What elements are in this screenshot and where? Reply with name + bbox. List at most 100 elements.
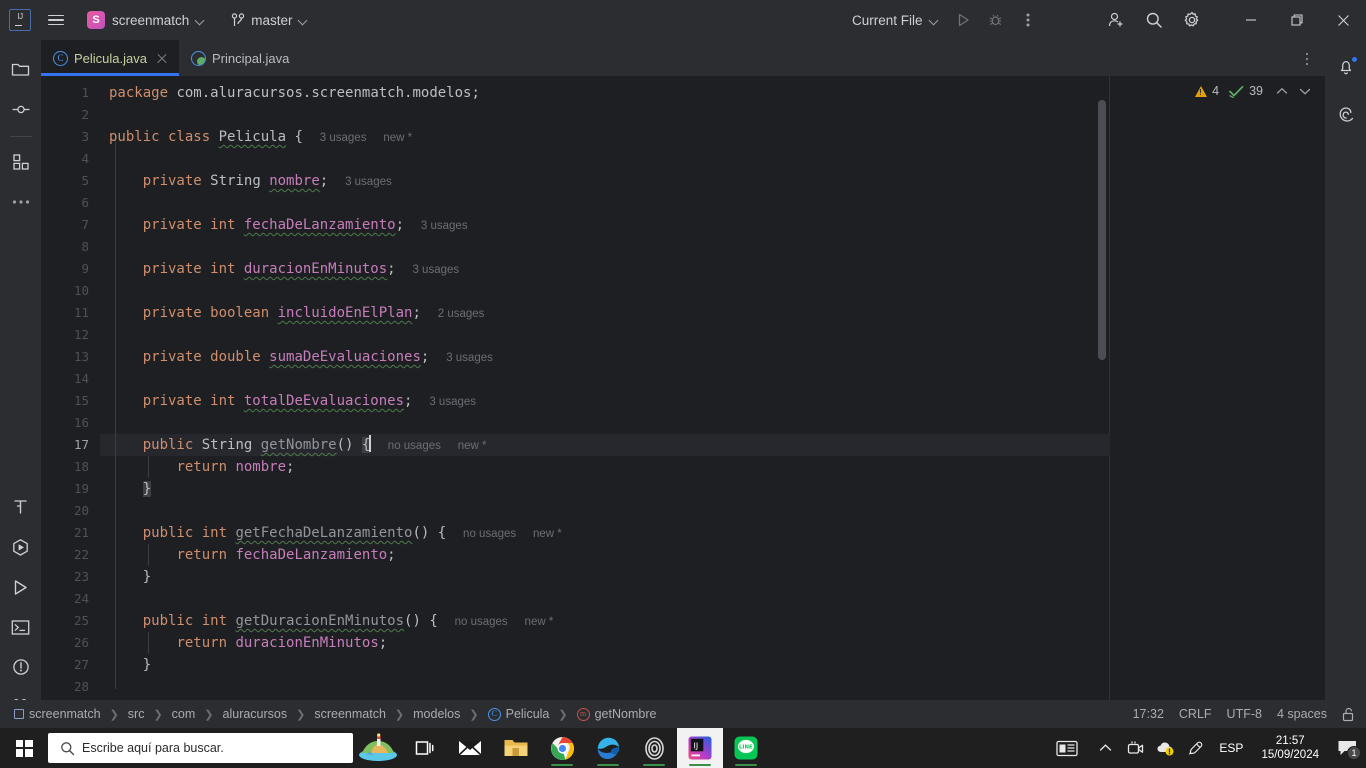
editor-scrollbar-thumb[interactable]	[1098, 100, 1106, 360]
code-editor[interactable]: 1 2 3 4 5 6 7 8 9 10 11 12 13 14 15 16 1…	[41, 76, 1325, 700]
usages-hint[interactable]: 3 usages	[429, 396, 476, 408]
editor-gutter[interactable]: 1 2 3 4 5 6 7 8 9 10 11 12 13 14 15 16 1…	[41, 76, 100, 700]
title-bar: IJ S screenmatch master Current File	[0, 0, 1366, 40]
tab-pelicula-java[interactable]: C Pelicula.java	[41, 40, 179, 76]
tray-language[interactable]: ESP	[1210, 741, 1252, 755]
breadcrumb-item-modelos[interactable]: modelos	[410, 705, 463, 723]
breadcrumb-item-getnombre[interactable]: m getNombre	[574, 705, 660, 723]
project-name: screenmatch	[112, 12, 190, 28]
line-number: 7	[81, 217, 89, 232]
minimize-button[interactable]	[1228, 0, 1274, 40]
inspection-widget[interactable]: 4 39	[1195, 84, 1311, 98]
tray-pen[interactable]	[1180, 728, 1210, 768]
usages-hint[interactable]: no usages	[455, 616, 508, 628]
usages-hint[interactable]: 3 usages	[412, 264, 459, 276]
breadcrumb-item-aluracursos[interactable]: aluracursos	[220, 705, 291, 723]
search-everywhere-button[interactable]	[1140, 6, 1168, 34]
tray-clock[interactable]: 21:57 15/09/2024	[1252, 734, 1328, 762]
line-number: 28	[73, 679, 89, 694]
tray-overflow-button[interactable]	[1090, 728, 1120, 768]
git-branch-selector[interactable]: master	[225, 10, 313, 31]
more-run-options-button[interactable]	[1014, 6, 1042, 34]
breadcrumb-item-screenmatch-pkg[interactable]: screenmatch	[311, 705, 389, 723]
sidebar-item-services[interactable]	[6, 532, 36, 562]
next-problem-button[interactable]	[1299, 87, 1311, 96]
settings-button[interactable]	[1178, 6, 1206, 34]
main-menu-button[interactable]	[43, 7, 69, 33]
tray-news-weather[interactable]	[1044, 728, 1090, 768]
new-hint[interactable]: new *	[533, 528, 562, 540]
tab-list-options-button[interactable]	[1297, 49, 1317, 69]
line-separator[interactable]: CRLF	[1179, 707, 1212, 721]
close-button[interactable]	[1320, 0, 1366, 40]
line-number: 18	[73, 459, 89, 474]
usages-hint[interactable]: 3 usages	[446, 352, 493, 364]
tray-cloud-warning[interactable]	[1150, 728, 1180, 768]
method-icon: m	[576, 707, 590, 721]
previous-problem-button[interactable]	[1276, 87, 1288, 96]
breadcrumb-item-screenmatch[interactable]: screenmatch	[11, 705, 104, 723]
breadcrumb-item-pelicula[interactable]: C Pelicula	[485, 705, 553, 723]
taskbar-mail[interactable]	[447, 728, 493, 768]
usages-hint[interactable]: 3 usages	[320, 132, 367, 144]
usages-hint[interactable]: no usages	[463, 528, 516, 540]
start-button[interactable]	[0, 728, 48, 768]
ok-check-icon	[1229, 85, 1244, 98]
maximize-button[interactable]	[1274, 0, 1320, 40]
code-line-19: }	[142, 481, 152, 497]
usages-hint[interactable]: 3 usages	[421, 220, 468, 232]
code-line-11: private boolean incluidoEnElPlan; 2 usag…	[142, 305, 485, 321]
breadcrumb: screenmatch ❯ src ❯ com ❯ aluracursos ❯ …	[0, 705, 659, 723]
new-hint[interactable]: new *	[383, 132, 412, 144]
sidebar-item-terminal[interactable]	[6, 612, 36, 642]
breadcrumb-separator: ❯	[558, 708, 568, 721]
breadcrumb-item-com[interactable]: com	[169, 705, 199, 723]
taskbar-microsoft-edge[interactable]	[585, 728, 631, 768]
taskbar-task-view[interactable]	[401, 728, 447, 768]
code-line-7: private int fechaDeLanzamiento; 3 usages	[142, 217, 468, 233]
tray-notification-center[interactable]: 1	[1328, 728, 1366, 768]
new-hint[interactable]: new *	[525, 616, 554, 628]
taskbar-line[interactable]: LINE	[723, 728, 769, 768]
tab-close-button[interactable]	[155, 51, 169, 65]
run-button[interactable]	[950, 6, 978, 34]
chevron-down-icon	[196, 16, 205, 25]
tab-label: Principal.java	[212, 50, 290, 66]
sidebar-item-commit[interactable]	[6, 94, 36, 124]
run-configuration-selector[interactable]: Current File	[845, 9, 946, 32]
code-with-me-button[interactable]	[1102, 6, 1130, 34]
sidebar-item-problems[interactable]	[6, 652, 36, 682]
usages-hint[interactable]: 3 usages	[345, 176, 392, 188]
caret-position[interactable]: 17:32	[1133, 707, 1164, 721]
debug-button[interactable]	[982, 6, 1010, 34]
taskbar-search-box[interactable]: Escribe aquí para buscar.	[48, 733, 353, 763]
breadcrumb-item-src[interactable]: src	[125, 705, 148, 723]
read-only-toggle[interactable]	[1342, 707, 1356, 722]
taskbar-file-explorer[interactable]	[493, 728, 539, 768]
debug-icon	[989, 14, 1002, 25]
breadcrumb-label: Pelicula	[505, 707, 550, 721]
sidebar-item-build[interactable]	[6, 492, 36, 522]
new-hint[interactable]: new *	[458, 440, 487, 452]
run-icon	[958, 13, 969, 27]
project-selector[interactable]: S screenmatch	[81, 8, 211, 32]
sidebar-item-project[interactable]	[6, 54, 36, 84]
sidebar-item-run[interactable]	[6, 572, 36, 602]
code-text-area[interactable]: package com.aluracursos.screenmatch.mode…	[100, 76, 1325, 700]
taskbar-intellij-idea[interactable]: IJ	[677, 728, 723, 768]
taskbar-google-chrome[interactable]	[539, 728, 585, 768]
ai-assistant-button[interactable]	[1331, 100, 1361, 130]
indent-setting[interactable]: 4 spaces	[1277, 707, 1327, 721]
notifications-button[interactable]	[1331, 52, 1361, 82]
tray-camera[interactable]	[1120, 728, 1150, 768]
file-encoding[interactable]: UTF-8	[1227, 707, 1262, 721]
chevron-up-icon	[1099, 744, 1112, 751]
branch-name: master	[251, 12, 293, 28]
sidebar-item-more-tool-windows[interactable]	[6, 187, 36, 217]
usages-hint[interactable]: 2 usages	[438, 308, 485, 320]
taskbar-weather-widget[interactable]	[355, 728, 401, 768]
taskbar-recorder[interactable]	[631, 728, 677, 768]
tab-principal-java[interactable]: Principal.java	[179, 40, 299, 76]
usages-hint[interactable]: no usages	[388, 440, 441, 452]
sidebar-item-structure[interactable]	[6, 147, 36, 177]
